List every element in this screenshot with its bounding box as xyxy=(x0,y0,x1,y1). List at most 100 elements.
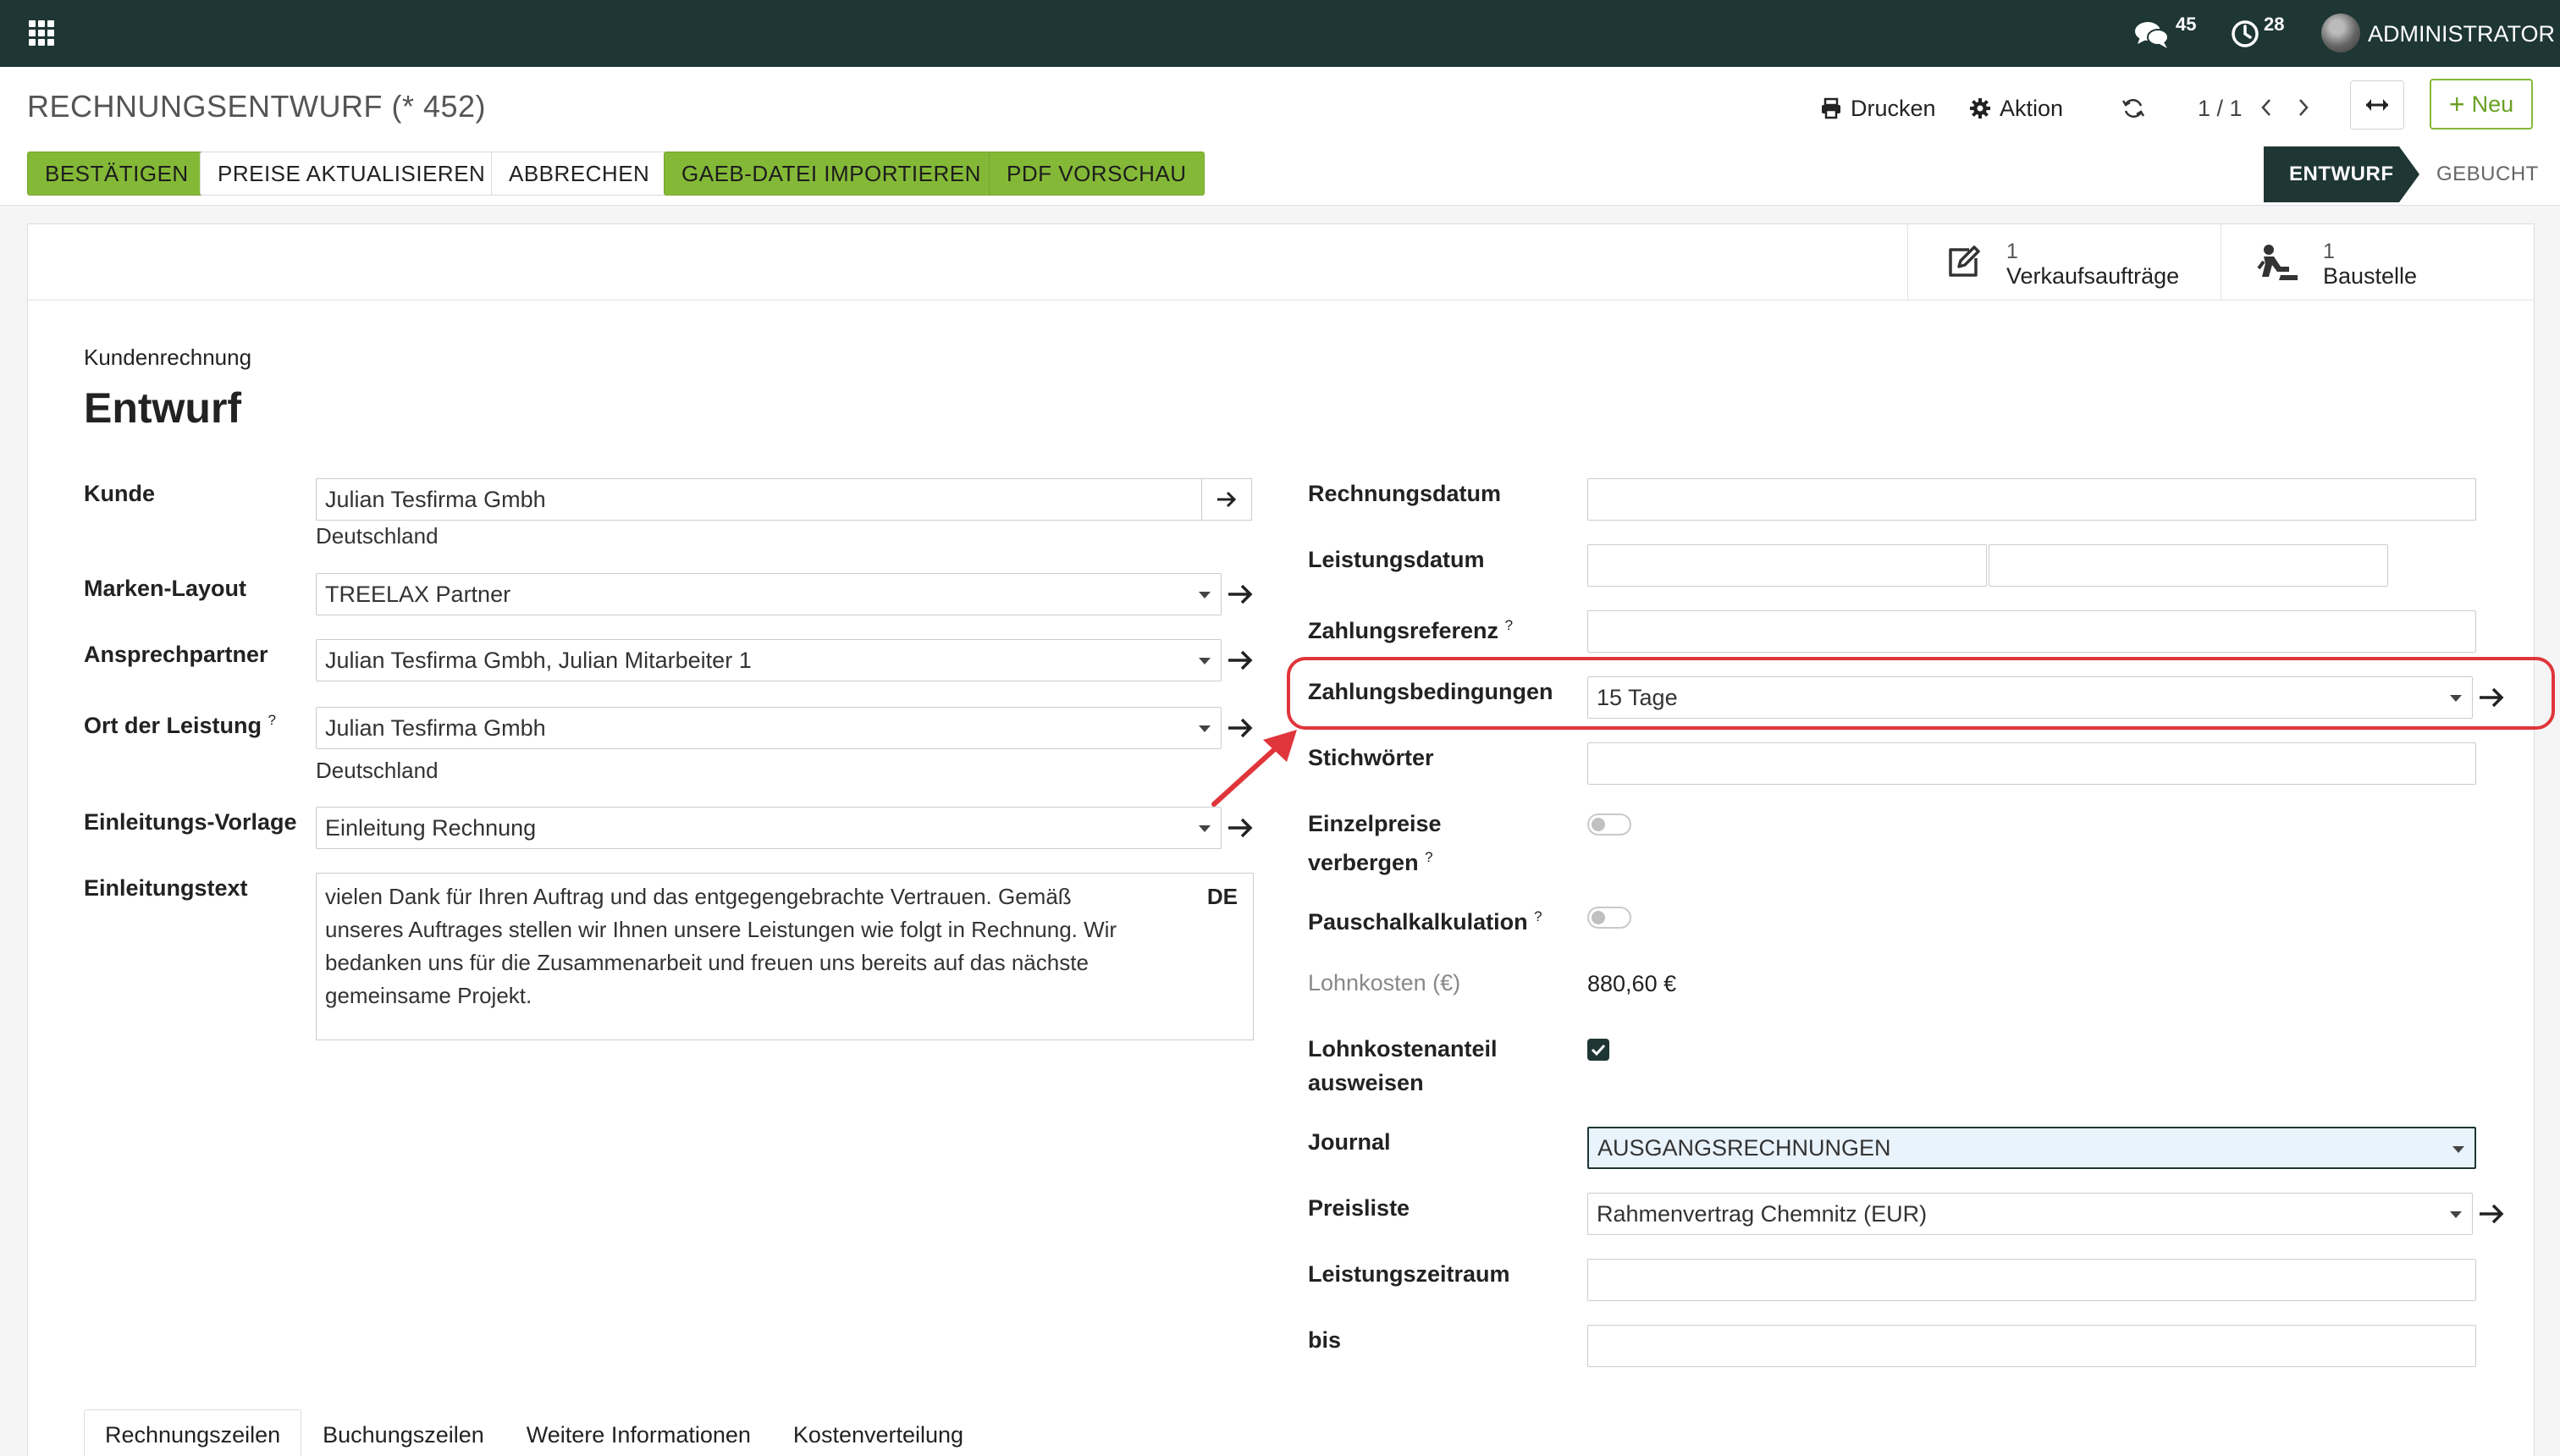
intro-text-area[interactable]: vielen Dank für Ihren Auftrag und das en… xyxy=(316,873,1254,1040)
sales-orders-smart-button[interactable]: 1 Verkaufsaufträge xyxy=(1907,224,2221,301)
tab-other-info[interactable]: Weitere Informationen xyxy=(505,1409,772,1456)
contact-person-value: Julian Tesfirma Gmbh, Julian Mitarbeiter… xyxy=(325,647,752,673)
intro-template-field[interactable]: Einleitung Rechnung xyxy=(316,807,1222,849)
expand-width-button[interactable] xyxy=(2350,80,2404,130)
contact-person-field[interactable]: Julian Tesfirma Gmbh, Julian Mitarbeiter… xyxy=(316,639,1222,681)
construction-site-label: Baustelle xyxy=(2323,263,2418,289)
brand-layout-field[interactable]: TREELAX Partner xyxy=(316,573,1222,615)
customer-field[interactable]: Julian Tesfirma Gmbh xyxy=(316,478,1228,521)
service-period-end-input[interactable] xyxy=(1587,1325,2476,1367)
help-tooltip-icon[interactable]: ? xyxy=(1425,849,1432,865)
contact-person-open-button[interactable] xyxy=(1223,643,1257,677)
help-tooltip-icon[interactable]: ? xyxy=(1534,908,1542,924)
breadcrumb-title: RECHNUNGSENTWURF (* 452) xyxy=(27,89,487,124)
clock-icon xyxy=(2232,19,2259,47)
expand-horizontal-icon xyxy=(2366,99,2388,111)
user-menu-name[interactable]: ADMINISTRATOR xyxy=(2368,21,2555,47)
control-panel: RECHNUNGSENTWURF (* 452) Drucken Aktion … xyxy=(0,67,2560,206)
help-tooltip-icon[interactable]: ? xyxy=(1505,617,1513,633)
intro-template-open-button[interactable] xyxy=(1223,811,1257,845)
service-location-open-button[interactable] xyxy=(1223,711,1257,745)
messages-menu[interactable] xyxy=(2133,0,2171,67)
customer-value: Julian Tesfirma Gmbh xyxy=(325,486,546,512)
language-toggle[interactable]: DE xyxy=(1207,880,1238,913)
action-label: Aktion xyxy=(2000,95,2064,121)
smart-button-bar: 1 Verkaufsaufträge 1 Baustelle xyxy=(28,224,2534,301)
dropdown-caret-icon xyxy=(2450,695,2462,702)
construction-site-smart-button[interactable]: 1 Baustelle xyxy=(2221,224,2534,301)
apps-grid-icon[interactable] xyxy=(29,20,54,46)
customer-open-button[interactable] xyxy=(1201,478,1252,521)
contact-person-label: Ansprechpartner xyxy=(84,642,268,667)
flat-rate-toggle[interactable] xyxy=(1587,907,1631,929)
arrow-right-icon xyxy=(2480,1204,2504,1224)
import-gaeb-button[interactable]: GAEB-DATEI IMPORTIEREN xyxy=(664,152,999,196)
pdf-preview-button[interactable]: PDF VORSCHAU xyxy=(989,152,1205,196)
document-type: Kundenrechnung xyxy=(84,345,252,370)
user-avatar[interactable] xyxy=(2321,14,2360,52)
pager-previous-button[interactable] xyxy=(2254,91,2279,124)
hide-unit-prices-toggle[interactable] xyxy=(1587,813,1631,836)
flat-rate-label-text: Pauschalkalkulation xyxy=(1308,909,1528,935)
payment-reference-label: Zahlungsreferenz ? xyxy=(1308,609,1513,648)
tab-cost-distribution[interactable]: Kostenverteilung xyxy=(772,1409,985,1456)
refresh-button[interactable] xyxy=(2121,87,2145,130)
action-menu-button[interactable]: Aktion xyxy=(1969,87,2063,130)
cancel-button[interactable]: ABBRECHEN xyxy=(491,152,668,196)
dropdown-caret-icon xyxy=(1199,725,1211,732)
arrow-right-icon xyxy=(2480,687,2504,708)
pager-next-button[interactable] xyxy=(2291,91,2316,124)
activities-badge: 28 xyxy=(2264,14,2285,35)
journal-field[interactable]: AUSGANGSRECHNUNGEN xyxy=(1587,1127,2476,1169)
print-button[interactable]: Drucken xyxy=(1820,87,1936,130)
labor-share-label: Lohnkostenanteil ausweisen xyxy=(1308,1032,1498,1100)
chat-bubbles-icon xyxy=(2135,21,2169,48)
new-label: Neu xyxy=(2471,91,2514,117)
service-date-label: Leistungsdatum xyxy=(1308,547,1485,572)
service-date-from-input[interactable] xyxy=(1587,544,1987,587)
customer-country: Deutschland xyxy=(316,523,439,549)
payment-terms-field[interactable]: 15 Tage xyxy=(1587,676,2473,719)
tab-invoice-lines[interactable]: Rechnungszeilen xyxy=(84,1409,302,1456)
arrow-right-icon xyxy=(1228,650,1253,670)
service-location-field[interactable]: Julian Tesfirma Gmbh xyxy=(316,707,1222,749)
update-prices-button[interactable]: PREISE AKTUALISIEREN xyxy=(200,152,504,196)
pricelist-field[interactable]: Rahmenvertrag Chemnitz (EUR) xyxy=(1587,1193,2473,1235)
brand-layout-label: Marken-Layout xyxy=(84,576,247,601)
service-period-label: Leistungszeitraum xyxy=(1308,1261,1510,1287)
payment-terms-open-button[interactable] xyxy=(2474,681,2508,714)
tab-journal-items[interactable]: Buchungszeilen xyxy=(301,1409,505,1456)
pricelist-open-button[interactable] xyxy=(2474,1197,2508,1231)
gear-icon xyxy=(1970,98,1990,119)
invoice-date-input[interactable] xyxy=(1587,478,2476,521)
status-booked[interactable]: GEBUCHT xyxy=(2436,146,2539,202)
status-draft: ENTWURF xyxy=(2264,146,2419,202)
help-tooltip-icon[interactable]: ? xyxy=(268,712,276,728)
payment-reference-input[interactable] xyxy=(1587,610,2476,653)
intro-text-line: vielen Dank für Ihren Auftrag und das en… xyxy=(325,884,1072,909)
service-location-country: Deutschland xyxy=(316,758,439,783)
labor-share-checkbox[interactable] xyxy=(1587,1039,1609,1061)
confirm-button[interactable]: BESTÄTIGEN xyxy=(27,152,207,196)
intro-text-line: bedanken uns für die Zusammenarbeit und … xyxy=(325,950,1089,975)
intro-text-label: Einleitungstext xyxy=(84,875,248,901)
pricelist-label: Preisliste xyxy=(1308,1195,1410,1221)
sales-orders-label: Verkaufsaufträge xyxy=(2006,263,2180,289)
print-label: Drucken xyxy=(1851,95,1936,121)
dropdown-caret-icon xyxy=(1199,592,1211,598)
invoice-date-label: Rechnungsdatum xyxy=(1308,481,1502,506)
activities-menu[interactable] xyxy=(2230,0,2260,67)
new-record-button[interactable]: + Neu xyxy=(2430,79,2533,130)
construction-worker-icon xyxy=(2257,245,2298,280)
intro-text-line: unseres Auftrages stellen wir Ihnen unse… xyxy=(325,917,1117,942)
top-navbar: 45 28 ADMINISTRATOR xyxy=(0,0,2560,67)
brand-layout-open-button[interactable] xyxy=(1223,577,1257,611)
tags-input[interactable] xyxy=(1587,742,2476,785)
service-period-input[interactable] xyxy=(1587,1259,2476,1301)
payment-reference-label-text: Zahlungsreferenz xyxy=(1308,618,1499,643)
service-date-to-input[interactable] xyxy=(1989,544,2388,587)
brand-layout-value: TREELAX Partner xyxy=(325,581,511,607)
pager-value[interactable]: 1 / 1 xyxy=(2198,87,2243,130)
flat-rate-label: Pauschalkalkulation ? xyxy=(1308,900,1542,939)
labor-cost-value: 880,60 € xyxy=(1587,971,1677,996)
